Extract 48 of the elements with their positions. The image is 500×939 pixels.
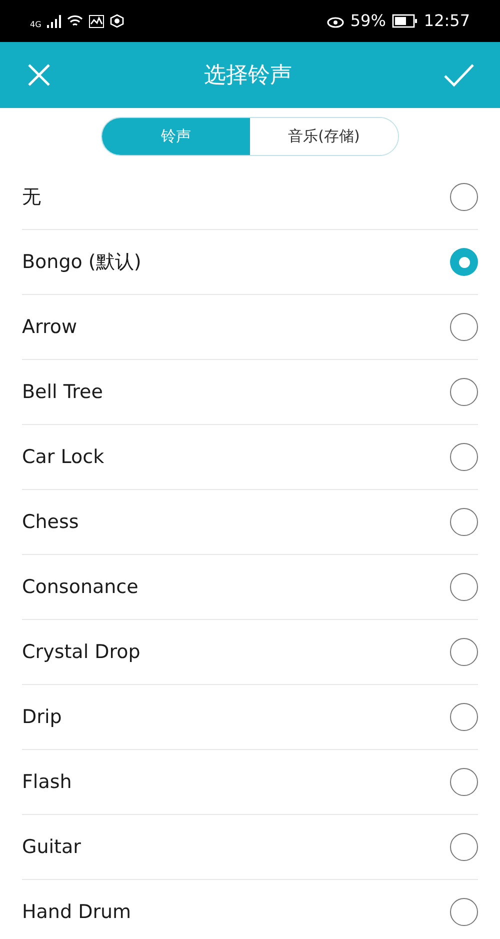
radio-button[interactable] xyxy=(450,768,478,796)
radio-button[interactable] xyxy=(450,183,478,211)
ringtone-row[interactable]: Flash xyxy=(22,750,478,815)
radio-button[interactable] xyxy=(450,248,478,276)
battery-icon xyxy=(392,14,418,28)
ringtone-name: Crystal Drop xyxy=(22,640,140,665)
radio-button[interactable] xyxy=(450,573,478,601)
ringtone-row[interactable]: 无 xyxy=(22,165,478,230)
ringtone-name: Car Lock xyxy=(22,444,104,470)
ringtone-name: 无 xyxy=(22,184,41,210)
ringtone-row[interactable]: Arrow xyxy=(22,295,478,360)
ringtone-name: Guitar xyxy=(22,834,81,860)
radio-button[interactable] xyxy=(450,898,478,926)
ringtone-row[interactable]: Bell Tree xyxy=(22,360,478,425)
ringtone-name: Bell Tree xyxy=(22,380,103,405)
radio-button[interactable] xyxy=(450,508,478,536)
activity-icon xyxy=(89,14,104,28)
ringtone-row[interactable]: Drip xyxy=(22,685,478,750)
ringtone-name: Chess xyxy=(22,510,79,535)
clock: 12:57 xyxy=(424,10,470,32)
ringtone-row[interactable]: Consonance xyxy=(22,555,478,620)
ringtone-row[interactable]: Guitar xyxy=(22,815,478,880)
network-type: 4G xyxy=(30,19,42,31)
ringtone-name: Flash xyxy=(22,770,72,795)
ringtone-name: Arrow xyxy=(22,314,78,340)
ringtone-name: Drip xyxy=(22,704,62,730)
screen-title: 选择铃声 xyxy=(204,62,292,90)
eye-icon xyxy=(327,14,344,28)
radio-button[interactable] xyxy=(450,703,478,731)
ringtone-row[interactable]: Bongo (默认) xyxy=(22,230,478,295)
ringtone-name: Consonance xyxy=(22,574,138,600)
ringtone-row[interactable]: Chess xyxy=(22,490,478,555)
radio-button[interactable] xyxy=(450,638,478,666)
signal-icon xyxy=(47,14,62,28)
radio-button[interactable] xyxy=(450,443,478,471)
radio-button[interactable] xyxy=(450,833,478,861)
wifi-icon xyxy=(67,14,84,28)
close-button[interactable] xyxy=(26,62,52,88)
ringtone-name: Bongo (默认) xyxy=(22,250,142,275)
confirm-button[interactable] xyxy=(444,62,474,88)
shield-icon xyxy=(110,14,124,28)
ringtone-row[interactable]: Car Lock xyxy=(22,425,478,490)
ringtone-row[interactable]: Hand Drum xyxy=(22,880,478,939)
radio-button[interactable] xyxy=(450,313,478,341)
radio-button[interactable] xyxy=(450,378,478,406)
ringtone-row[interactable]: Crystal Drop xyxy=(22,620,478,685)
battery-percent: 59% xyxy=(350,10,386,32)
ringtone-name: Hand Drum xyxy=(22,900,132,925)
